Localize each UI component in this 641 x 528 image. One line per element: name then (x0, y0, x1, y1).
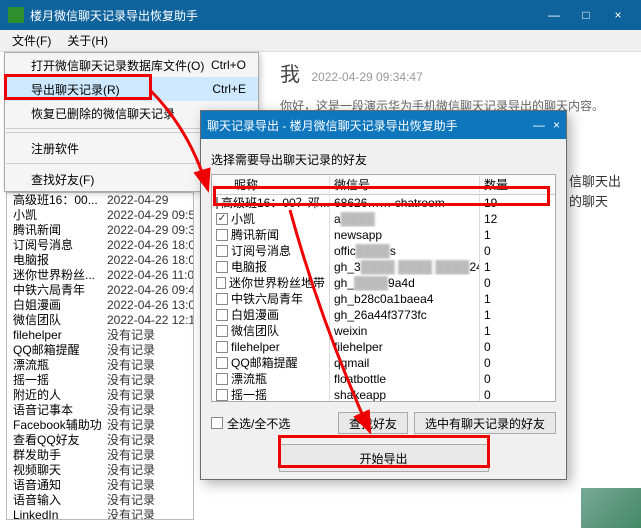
close-button[interactable]: × (603, 5, 633, 25)
list-item[interactable]: 小凯2022-04-29 09:50 (7, 208, 193, 223)
list-item[interactable]: LinkedIn没有记录 (7, 508, 193, 520)
grid-row[interactable]: 漂流瓶floatbottle0 (212, 371, 555, 387)
list-item[interactable]: 摇一摇没有记录 (7, 373, 193, 388)
main-titlebar: 楼月微信聊天记录导出恢复助手 — □ × (0, 0, 641, 30)
list-item[interactable]: 订阅号消息2022-04-26 18:09:5 (7, 238, 193, 253)
row-checkbox[interactable] (216, 389, 228, 401)
grid-row[interactable]: 迷你世界粉丝地带gh_████9a4d0 (212, 275, 555, 291)
list-item[interactable]: 迷你世界粉丝...2022-04-26 11:02: (7, 268, 193, 283)
row-checkbox[interactable] (216, 357, 228, 369)
maximize-button[interactable]: □ (571, 5, 601, 25)
grid-row[interactable]: 中铁六局青年gh_b28c0a1baea41 (212, 291, 555, 307)
dialog-label: 选择需要导出聊天记录的好友 (211, 151, 556, 168)
grid-row[interactable]: filehelperfilehelper0 (212, 339, 555, 355)
row-checkbox[interactable] (216, 373, 228, 385)
list-item[interactable]: 视频聊天没有记录 (7, 463, 193, 478)
dialog-minimize-button[interactable]: — (533, 118, 545, 132)
list-item[interactable]: 电脑报2022-04-26 18:09:1 (7, 253, 193, 268)
list-item[interactable]: filehelper没有记录 (7, 328, 193, 343)
export-dialog: 聊天记录导出 - 楼月微信聊天记录导出恢复助手 — × 选择需要导出聊天记录的好… (200, 110, 567, 480)
start-export-button[interactable]: 开始导出 (279, 444, 489, 472)
list-item[interactable]: 腾讯新闻2022-04-29 09:31:5 (7, 223, 193, 238)
col-count: 数量 (480, 176, 555, 193)
list-item[interactable]: QQ邮箱提醒没有记录 (7, 343, 193, 358)
grid-row[interactable]: 摇一摇shakeapp0 (212, 387, 555, 401)
grid-row[interactable]: QQ邮箱提醒qqmail0 (212, 355, 555, 371)
row-checkbox[interactable] (216, 341, 228, 353)
row-checkbox[interactable] (216, 245, 228, 257)
avatar-corner (581, 488, 641, 528)
list-item[interactable]: 漂流瓶没有记录 (7, 358, 193, 373)
friend-grid: 昵称 微信号 数量 高级班16：00？邓...68626…… chatroom1… (211, 174, 556, 402)
row-checkbox[interactable] (216, 325, 228, 337)
friend-rows[interactable]: 高级班16：00...2022-04-29小凯2022-04-29 09:50腾… (7, 193, 193, 520)
app-icon (8, 7, 24, 23)
list-item[interactable]: 语音通知没有记录 (7, 478, 193, 493)
friend-list-panel: 好友 最近聊天时间 高级班16：00...2022-04-29小凯2022-04… (6, 166, 194, 520)
list-item[interactable]: 白姐漫画2022-04-26 13:00 (7, 298, 193, 313)
me-label: 我 (280, 64, 300, 86)
grid-row[interactable]: 高级班16：00？邓...68626…… chatroom19 (212, 195, 555, 211)
grid-row[interactable]: 白姐漫画gh_26a44f3773fc1 (212, 307, 555, 323)
col-wxid: 微信号 (330, 176, 480, 193)
filter-friend-button[interactable]: 选中有聊天记录的好友 (414, 412, 556, 434)
col-nickname: 昵称 (212, 176, 330, 193)
row-checkbox[interactable] (216, 261, 228, 273)
dialog-title: 聊天记录导出 - 楼月微信聊天记录导出恢复助手 (207, 117, 458, 134)
chat-date: 2022-04-29 09:34:47 (311, 70, 422, 84)
side-text: 信聊天出的聊天 (569, 172, 631, 212)
row-checkbox[interactable] (216, 277, 226, 289)
row-checkbox[interactable] (216, 197, 218, 209)
row-checkbox[interactable] (216, 309, 228, 321)
row-checkbox[interactable]: ✓ (216, 213, 228, 225)
select-all-label: 全选/全不选 (227, 415, 290, 432)
grid-row[interactable]: ✓小凯a████12 (212, 211, 555, 227)
grid-row[interactable]: 腾讯新闻newsapp1 (212, 227, 555, 243)
list-item[interactable]: Facebook辅助功能没有记录 (7, 418, 193, 433)
dialog-close-button[interactable]: × (553, 118, 560, 132)
list-item[interactable]: 语音输入没有记录 (7, 493, 193, 508)
row-checkbox[interactable] (216, 229, 228, 241)
list-item[interactable]: 中铁六局青年2022-04-26 09:45:5 (7, 283, 193, 298)
grid-row[interactable]: 订阅号消息offic████s0 (212, 243, 555, 259)
find-friend-button[interactable]: 查找好友 (338, 412, 408, 434)
window-title: 楼月微信聊天记录导出恢复助手 (30, 7, 198, 24)
list-item[interactable]: 高级班16：00...2022-04-29 (7, 193, 193, 208)
menu-item-1[interactable]: 导出聊天记录(R)Ctrl+E (5, 77, 258, 101)
list-item[interactable]: 群发助手没有记录 (7, 448, 193, 463)
list-item[interactable]: 附近的人没有记录 (7, 388, 193, 403)
grid-row[interactable]: 电脑报gh_3████ ████ ████24521 (212, 259, 555, 275)
list-item[interactable]: 语音记事本没有记录 (7, 403, 193, 418)
select-all-checkbox[interactable]: 全选/全不选 (211, 415, 290, 432)
menu-about[interactable]: 关于(H) (59, 30, 116, 51)
list-item[interactable]: 微信团队2022-04-22 12:15: (7, 313, 193, 328)
grid-row[interactable]: 微信团队weixin1 (212, 323, 555, 339)
menu-item-0[interactable]: 打开微信聊天记录数据库文件(O)Ctrl+O (5, 53, 258, 77)
row-checkbox[interactable] (216, 293, 228, 305)
list-item[interactable]: 查看QQ好友没有记录 (7, 433, 193, 448)
menubar: 文件(F) 关于(H) (0, 30, 641, 52)
menu-file[interactable]: 文件(F) (4, 30, 59, 51)
minimize-button[interactable]: — (539, 5, 569, 25)
chat-preview: 我 2022-04-29 09:34:47 你好，这是一段演示华为手机微信聊天记… (280, 58, 635, 114)
